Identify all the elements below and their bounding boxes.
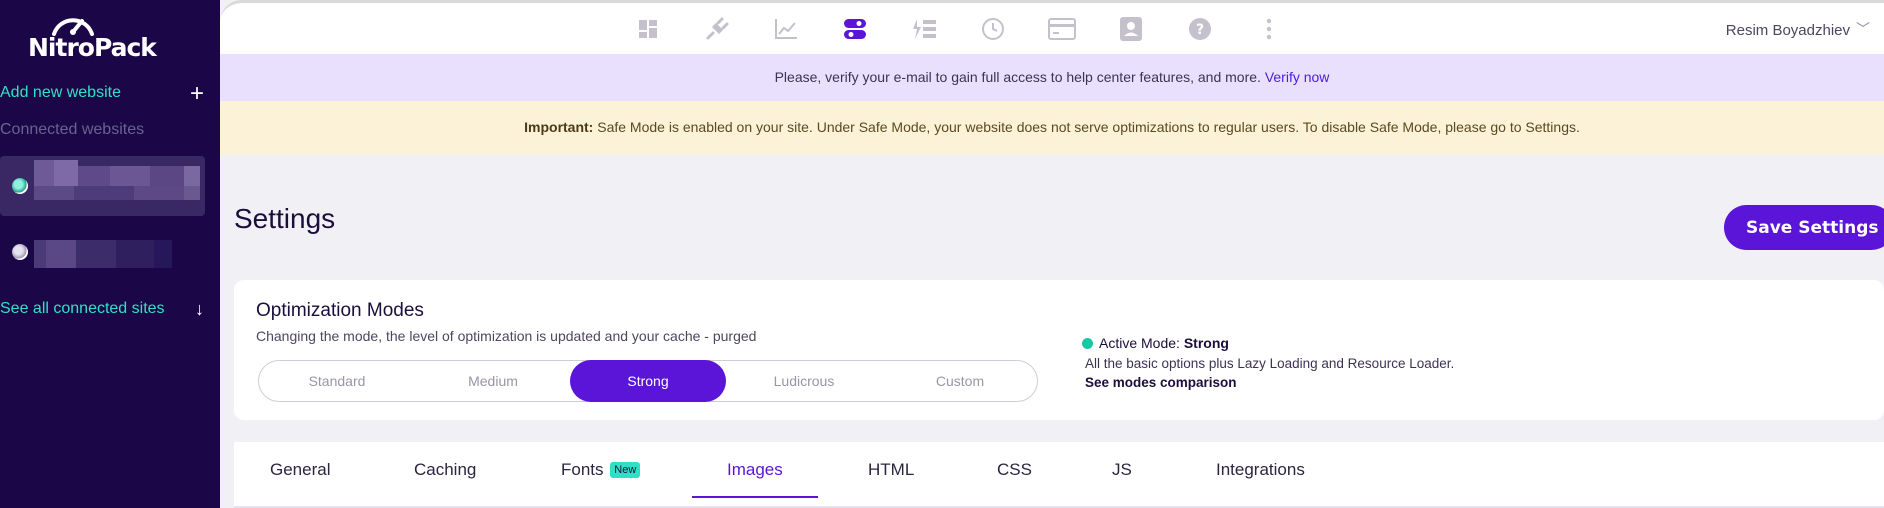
globe-icon — [12, 244, 28, 260]
mode-custom[interactable]: Custom — [882, 360, 1038, 402]
see-modes-comparison-link[interactable]: See modes comparison — [1085, 375, 1237, 390]
top-nav: ? Resim Boyadzhiev ﹀ — [220, 0, 1884, 57]
card-icon[interactable] — [1044, 11, 1080, 47]
new-badge: New — [610, 462, 641, 478]
active-tab-indicator — [692, 496, 818, 498]
tab-html[interactable]: HTML — [868, 442, 914, 498]
chart-icon[interactable] — [768, 11, 804, 47]
tab-css[interactable]: CSS — [997, 442, 1032, 498]
see-all-sites-label: See all connected sites — [0, 300, 165, 317]
site-item-active[interactable] — [0, 156, 205, 216]
globe-icon — [12, 178, 28, 194]
settings-tabs: General Caching Fonts New Images HTML CS… — [234, 442, 1884, 508]
tab-js[interactable]: JS — [1112, 442, 1132, 498]
important-label: Important: — [524, 119, 594, 135]
active-status-dot — [1082, 338, 1093, 349]
redacted-site-name — [34, 240, 172, 268]
page-title: Settings — [234, 203, 336, 234]
mode-selector: Standard Medium Strong Ludicrous Custom — [258, 360, 1038, 402]
list-bolt-icon[interactable] — [906, 11, 942, 47]
redacted-site-name — [34, 160, 200, 200]
verify-email-text: Please, verify your e-mail to gain full … — [774, 69, 1261, 85]
verify-email-banner: Please, verify your e-mail to gain full … — [220, 54, 1884, 101]
more-icon[interactable] — [1251, 11, 1287, 47]
connected-websites-label: Connected websites — [0, 121, 145, 138]
mode-medium[interactable]: Medium — [415, 360, 571, 402]
user-menu[interactable]: Resim Boyadzhiev — [1726, 22, 1850, 39]
site-item[interactable] — [0, 232, 205, 272]
svg-text:?: ? — [1196, 22, 1204, 38]
dashboard-icon[interactable] — [630, 11, 666, 47]
active-mode-line: Active Mode: Strong — [1099, 335, 1229, 351]
arrow-down-icon: ↓ — [195, 299, 204, 319]
help-icon[interactable]: ? — [1182, 11, 1218, 47]
see-all-sites-link[interactable]: See all connected sites ↓ — [0, 299, 210, 319]
add-website-label: Add new website — [0, 84, 121, 101]
history-icon[interactable] — [975, 11, 1011, 47]
tab-fonts-label: Fonts — [561, 460, 604, 479]
add-website-button[interactable]: Add new website + — [0, 80, 210, 107]
optimization-modes-card: Optimization Modes Changing the mode, th… — [234, 280, 1884, 420]
active-mode-description: All the basic options plus Lazy Loading … — [1085, 356, 1455, 371]
safe-mode-text: Safe Mode is enabled on your site. Under… — [597, 119, 1580, 135]
mode-ludicrous[interactable]: Ludicrous — [726, 360, 882, 402]
active-mode-label: Active Mode: — [1099, 335, 1180, 351]
chevron-down-icon[interactable]: ﹀ — [1856, 19, 1870, 39]
logo[interactable]: NitroPack — [28, 33, 157, 62]
tab-general[interactable]: General — [270, 442, 330, 498]
verify-now-link[interactable]: Verify now — [1265, 69, 1330, 85]
tab-caching[interactable]: Caching — [414, 442, 476, 498]
plug-icon[interactable] — [699, 11, 735, 47]
mode-standard[interactable]: Standard — [259, 360, 415, 402]
save-settings-button[interactable]: Save Settings — [1724, 205, 1884, 250]
modes-subtitle: Changing the mode, the level of optimiza… — [256, 328, 757, 344]
tab-images[interactable]: Images — [727, 442, 783, 498]
toggles-icon[interactable] — [833, 11, 877, 57]
contact-icon[interactable] — [1113, 11, 1149, 47]
safe-mode-banner: Important: Safe Mode is enabled on your … — [220, 101, 1884, 154]
active-mode-value: Strong — [1183, 335, 1229, 351]
sidebar: NitroPack Add new website + Connected we… — [0, 0, 220, 508]
tab-fonts[interactable]: Fonts New — [561, 442, 641, 498]
plus-icon: + — [189, 80, 204, 107]
mode-strong[interactable]: Strong — [570, 360, 726, 402]
modes-title: Optimization Modes — [256, 300, 424, 321]
tab-integrations[interactable]: Integrations — [1216, 442, 1305, 498]
